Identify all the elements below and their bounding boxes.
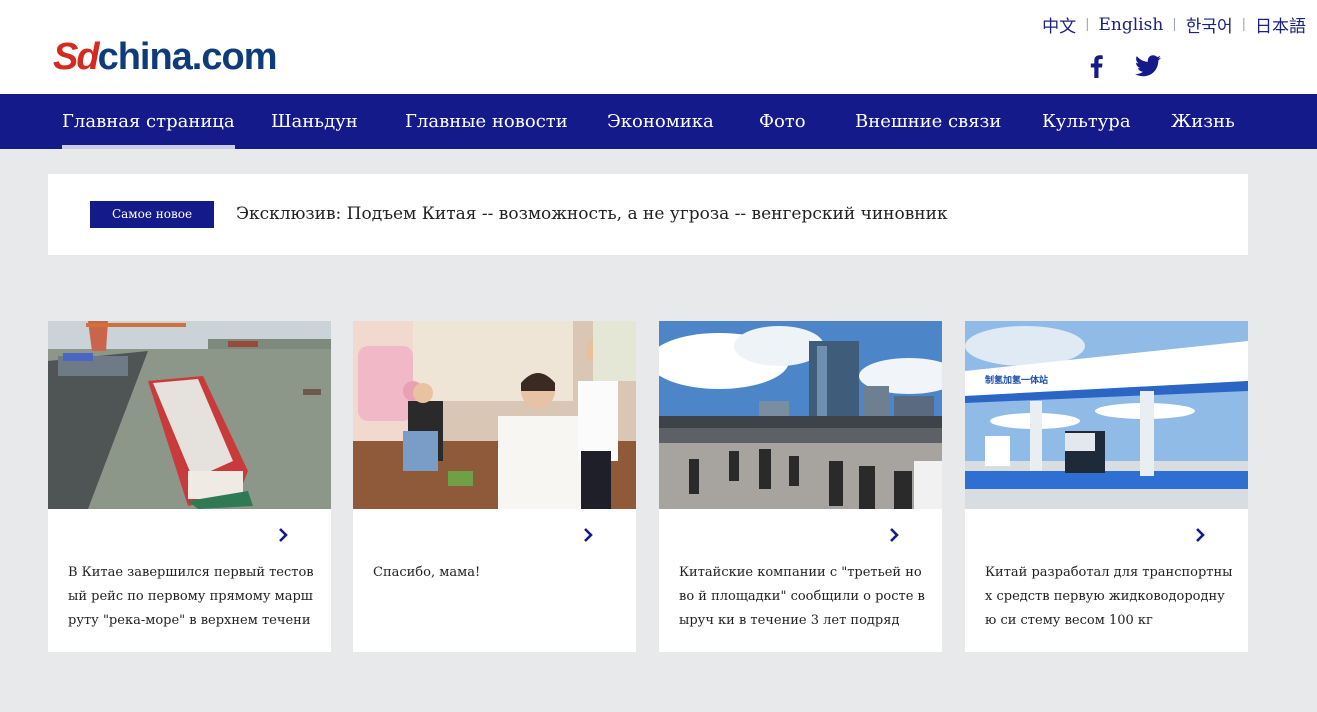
facebook-icon[interactable] — [1087, 54, 1105, 78]
lang-english-link[interactable]: English — [1099, 15, 1164, 35]
hydrogen-station-photo[interactable]: 制氢加氢一体站 — [965, 321, 1248, 509]
latest-badge: Самое новое — [90, 201, 214, 228]
svg-text:制氢加氢一体站: 制氢加氢一体站 — [985, 374, 1048, 386]
lang-japanese-link[interactable]: 日本語 — [1255, 12, 1306, 37]
chevron-right-icon[interactable] — [276, 527, 290, 543]
latest-headline-link[interactable]: Эксклюзив: Подъем Китая -- возможность, … — [236, 174, 948, 255]
chevron-right-icon[interactable] — [887, 527, 901, 543]
cargo-ship-photo[interactable] — [48, 321, 331, 509]
language-switcher: 中文 | English | 한국어 | 日本語 — [1042, 12, 1306, 38]
social-links — [1087, 54, 1161, 78]
twitter-icon[interactable] — [1135, 54, 1161, 78]
news-card-title[interactable]: В Китае завершился первый тестовый рейс … — [68, 561, 316, 633]
lang-separator: | — [1085, 17, 1090, 32]
news-card-title[interactable]: Китайские компании с "третьей ново й пло… — [679, 561, 927, 633]
lang-chinese-link[interactable]: 中文 — [1042, 12, 1076, 37]
logo-sd-text: Sd — [53, 36, 100, 78]
nav-item-culture[interactable]: Культура — [1042, 94, 1131, 149]
nav-item-shandong[interactable]: Шаньдун — [271, 94, 358, 149]
latest-news-ticker: Самое новое Эксклюзив: Подъем Китая -- в… — [48, 174, 1248, 255]
nav-item-economy[interactable]: Экономика — [607, 94, 714, 149]
nav-item-top-news[interactable]: Главные новости — [405, 94, 568, 149]
news-card[interactable]: Спасибо, мама! — [353, 321, 636, 652]
main-nav: Главная страница Шаньдун Главные новости… — [0, 94, 1317, 149]
city-street-photo[interactable] — [659, 321, 942, 509]
news-card-title[interactable]: Спасибо, мама! — [373, 561, 621, 585]
nav-item-foreign-relations[interactable]: Внешние связи — [855, 94, 1001, 149]
news-card[interactable]: В Китае завершился первый тестовый рейс … — [48, 321, 331, 652]
nav-item-home[interactable]: Главная страница — [62, 94, 235, 149]
site-logo[interactable]: Sd china.com — [53, 36, 278, 78]
lang-korean-link[interactable]: 한국어 — [1186, 12, 1233, 37]
nav-item-photo[interactable]: Фото — [759, 94, 806, 149]
lang-separator: | — [1172, 17, 1177, 32]
news-card-title[interactable]: Китай разработал для транспортных средст… — [985, 561, 1233, 633]
logo-domain-text: china.com — [97, 36, 278, 78]
lang-separator: | — [1241, 17, 1246, 32]
site-header: Sd china.com 中文 | English | 한국어 | 日本語 — [0, 0, 1317, 94]
nav-item-life[interactable]: Жизнь — [1171, 94, 1235, 149]
chevron-right-icon[interactable] — [581, 527, 595, 543]
chevron-right-icon[interactable] — [1193, 527, 1207, 543]
news-card[interactable]: Китайские компании с "третьей ново й пло… — [659, 321, 942, 652]
news-card[interactable]: 制氢加氢一体站 Китай разработал для транспортны… — [965, 321, 1248, 652]
mother-daughter-photo[interactable] — [353, 321, 636, 509]
